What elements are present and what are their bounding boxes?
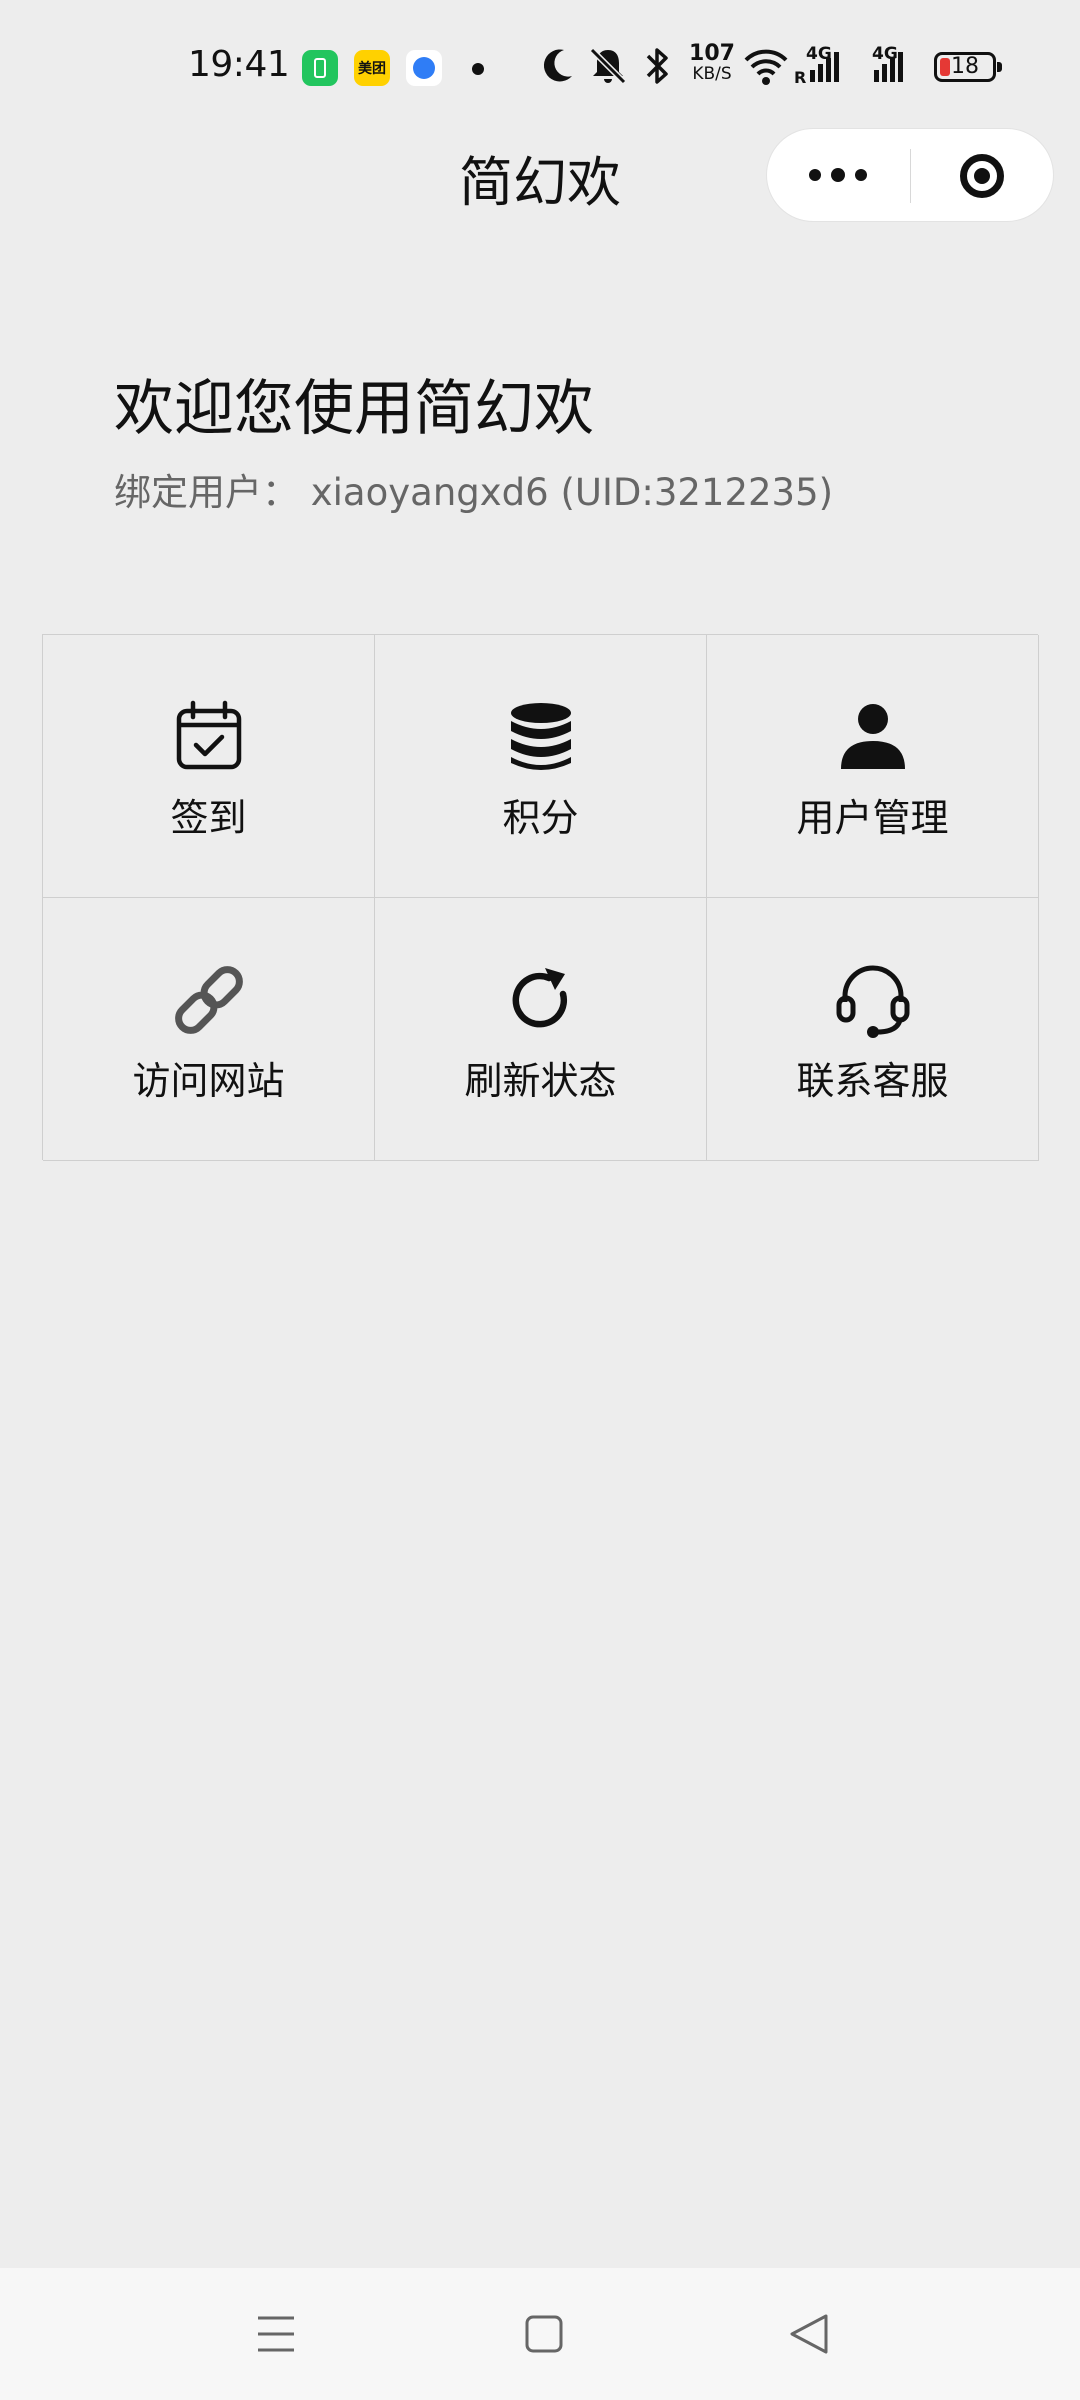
grid-item-contact-support[interactable]: 联系客服 [707, 898, 1039, 1161]
grid-item-points[interactable]: 积分 [375, 635, 707, 898]
net-speed-value: 107 [689, 41, 735, 66]
user-icon [833, 697, 913, 777]
calendar-check-icon [169, 697, 249, 777]
status-time: 19:41 [188, 44, 290, 85]
target-close-core [974, 168, 990, 184]
back-triangle-icon [790, 2314, 828, 2354]
wifi-icon [742, 44, 790, 88]
more-dot-right [855, 169, 867, 181]
meituan-app-icon: 美团 [354, 50, 390, 86]
more-notifications-dot-icon [472, 63, 484, 75]
grid-item-label: 签到 [170, 796, 247, 840]
more-dots-icon [809, 169, 821, 181]
charging-app-icon [302, 50, 338, 86]
grid-item-refresh-status[interactable]: 刷新状态 [375, 898, 707, 1161]
system-nav-bar [0, 2268, 1080, 2400]
grid-item-label: 用户管理 [796, 796, 949, 840]
function-grid: 签到 积分 用户管理 访问网站 刷新状态 联系客服 [42, 634, 1039, 1161]
grid-item-label: 访问网站 [132, 1059, 285, 1103]
battery-level: 18 [951, 54, 979, 79]
home-square-icon [525, 2315, 563, 2353]
signal-1-icon: R 4G [794, 44, 854, 88]
battery-fill [940, 58, 950, 76]
signal-2-icon: 4G [870, 44, 926, 88]
menu-icon [258, 2316, 294, 2352]
grid-item-visit-website[interactable]: 访问网站 [43, 898, 375, 1161]
grid-item-label: 积分 [502, 796, 579, 840]
bluetooth-icon [642, 44, 672, 88]
status-bar: 19:41 美团 107 KB/S R 4G 4G 18 [0, 0, 1080, 120]
home-button[interactable] [508, 2298, 580, 2370]
database-coins-icon [501, 697, 581, 777]
bound-user-info: 绑定用户： xiaoyangxd6 (UID:3212235) [114, 471, 834, 514]
refresh-icon [501, 960, 581, 1040]
grid-item-checkin[interactable]: 签到 [43, 635, 375, 898]
menu-button[interactable] [240, 2298, 312, 2370]
meituan-label: 美团 [358, 61, 386, 77]
net-speed-unit: KB/S [692, 64, 732, 84]
net-speed: 107 KB/S [688, 41, 736, 85]
grid-item-label: 刷新状态 [464, 1059, 617, 1103]
browser-app-icon [406, 50, 442, 86]
grid-item-label: 联系客服 [796, 1059, 949, 1103]
battery-icon: 18 [934, 52, 1002, 82]
more-dot-center [831, 168, 845, 182]
close-mini-program-button[interactable] [911, 129, 1054, 223]
mini-program-capsule [766, 128, 1054, 222]
grid-item-user-management[interactable]: 用户管理 [707, 635, 1039, 898]
mute-bell-icon [586, 44, 630, 88]
link-icon [169, 960, 249, 1040]
headset-icon [833, 960, 913, 1040]
welcome-title: 欢迎您使用简幻欢 [114, 374, 594, 444]
dnd-moon-icon [538, 44, 578, 88]
back-button[interactable] [774, 2298, 846, 2370]
more-button[interactable] [767, 129, 910, 223]
